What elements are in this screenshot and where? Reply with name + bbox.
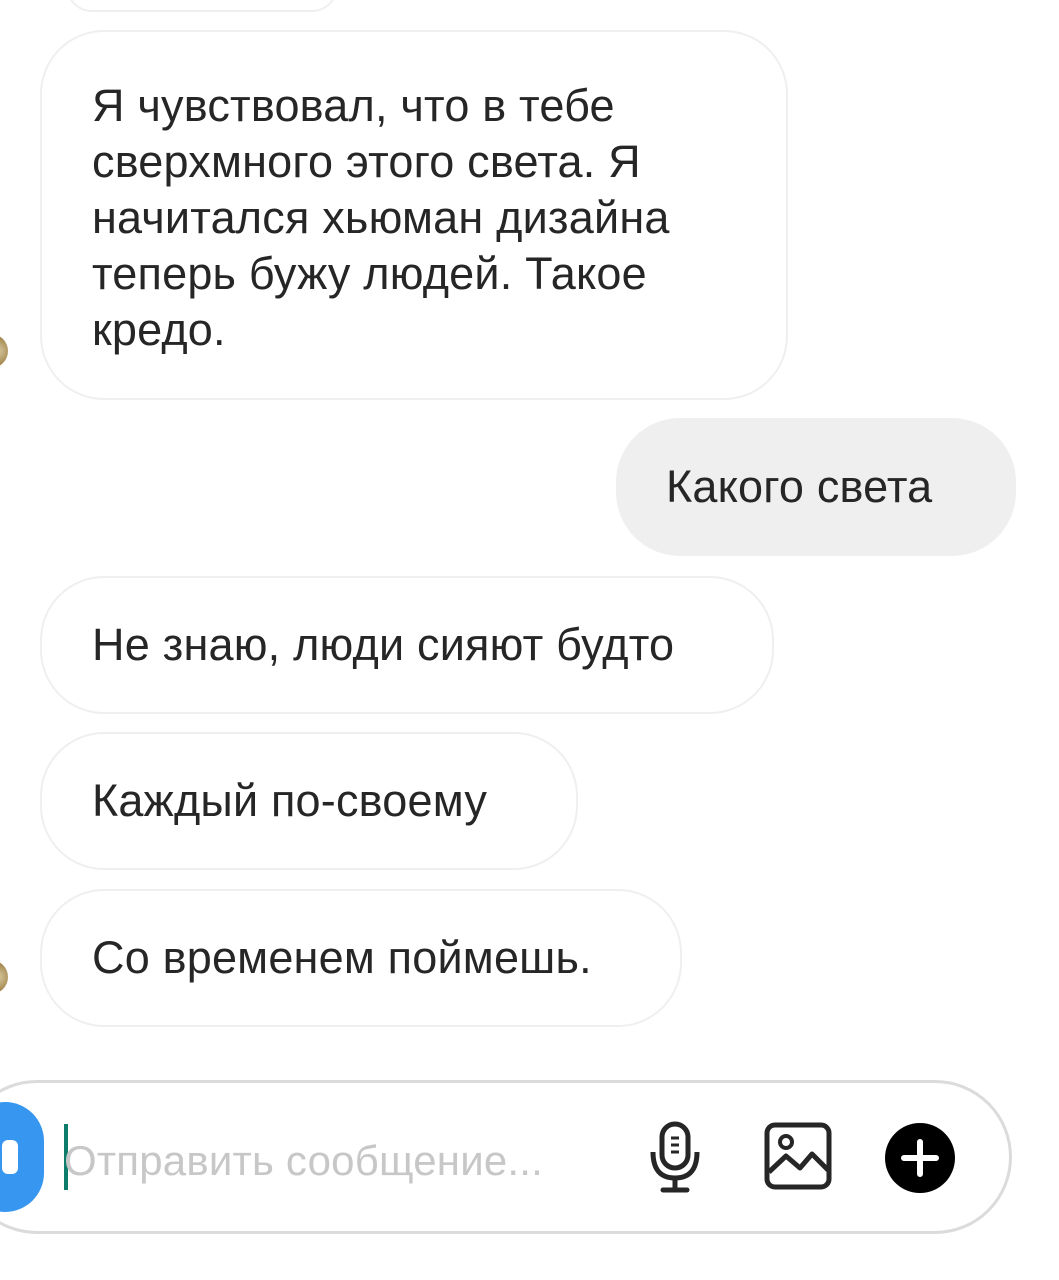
incoming-message-bubble[interactable]: Я чувствовал, что в тебе сверхмного этог… xyxy=(40,30,788,400)
sender-avatar[interactable] xyxy=(0,334,8,368)
message-text: Со временем поймешь. xyxy=(92,932,592,983)
add-button[interactable] xyxy=(884,1122,956,1194)
incoming-message-bubble[interactable]: Не знаю, люди сияют будто xyxy=(40,576,774,714)
previous-message-bubble[interactable] xyxy=(66,0,338,12)
outgoing-message-bubble[interactable]: Какого света xyxy=(616,418,1016,556)
microphone-button[interactable] xyxy=(645,1118,705,1198)
message-text: Какого света xyxy=(666,461,933,512)
plus-icon xyxy=(885,1123,955,1193)
message-input[interactable]: Отправить сообщение... xyxy=(64,1136,543,1186)
message-text: Каждый по-своему xyxy=(92,775,488,826)
incoming-message-bubble[interactable]: Со временем поймешь. xyxy=(40,889,682,1027)
message-text: Я чувствовал, что в тебе сверхмного этог… xyxy=(92,80,670,355)
microphone-icon xyxy=(650,1121,700,1193)
incoming-message-bubble[interactable]: Каждый по-своему xyxy=(40,732,578,870)
sender-avatar[interactable] xyxy=(0,960,8,994)
message-text: Не знаю, люди сияют будто xyxy=(92,619,675,670)
gallery-icon xyxy=(764,1122,832,1190)
gallery-button[interactable] xyxy=(764,1122,832,1190)
